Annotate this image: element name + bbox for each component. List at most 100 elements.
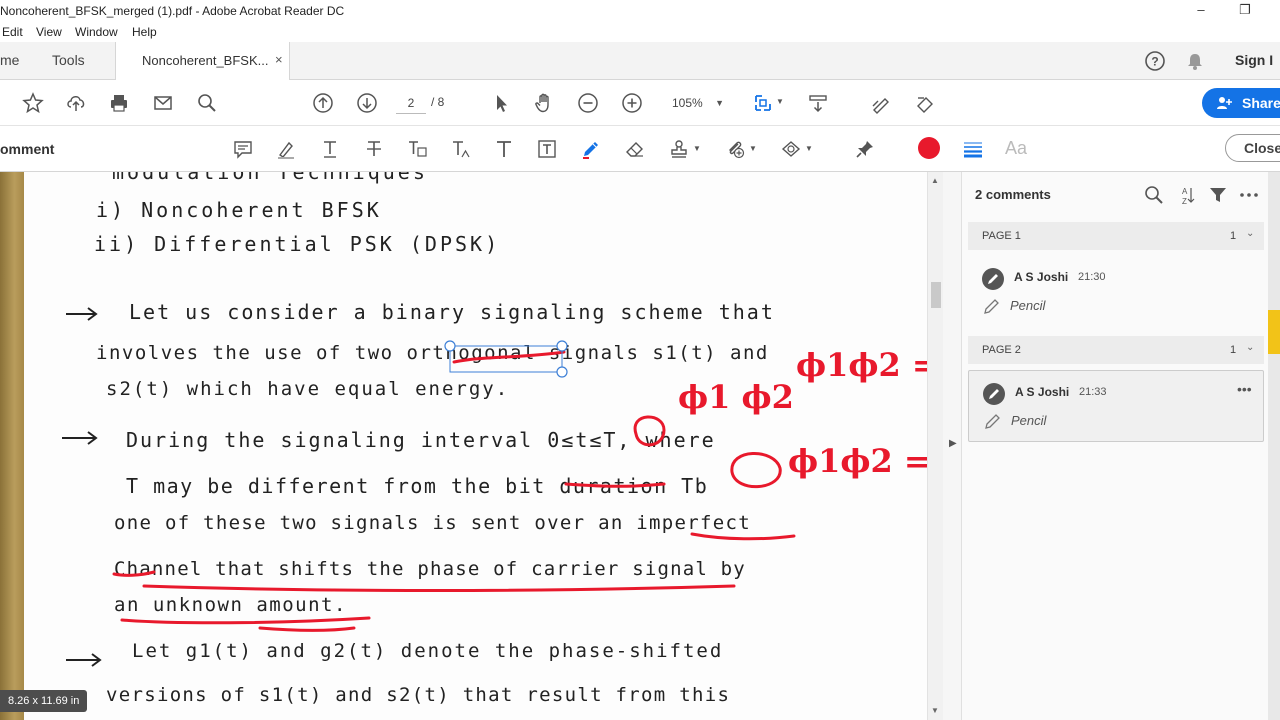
zoom-search-icon[interactable] bbox=[194, 90, 220, 116]
add-text-icon[interactable] bbox=[491, 136, 517, 162]
search-icon[interactable] bbox=[1143, 184, 1165, 206]
tab-home[interactable]: me bbox=[0, 52, 19, 68]
filter-icon[interactable] bbox=[1207, 184, 1229, 206]
shapes-chevron-icon[interactable]: ▼ bbox=[805, 144, 813, 153]
comments-panel: 2 comments AZ PAGE 1 1 ⌄ A S Joshi 21:30… bbox=[962, 172, 1268, 720]
more-options-icon[interactable]: ••• bbox=[1237, 381, 1252, 397]
share-label: Share bbox=[1242, 95, 1280, 111]
text-underline-icon[interactable] bbox=[317, 136, 343, 162]
pin-icon[interactable] bbox=[852, 136, 878, 162]
tab-bar: me Tools Noncoherent_BFSK... × ? Sign I bbox=[0, 42, 1280, 80]
attach-chevron-icon[interactable]: ▼ bbox=[749, 144, 757, 153]
chevron-down-icon[interactable]: ⌄ bbox=[1246, 342, 1254, 353]
pdf-page[interactable]: modulation Techniques i) Noncoherent BFS… bbox=[24, 172, 927, 720]
star-icon[interactable] bbox=[20, 90, 46, 116]
annotation-phi-pair: ϕ1 ϕ2 bbox=[678, 378, 794, 416]
line-width-icon[interactable] bbox=[960, 136, 986, 162]
svg-text:A: A bbox=[1182, 187, 1188, 196]
tab-tools[interactable]: Tools bbox=[52, 52, 85, 68]
document-scrollbar[interactable]: ▲ ▼ bbox=[927, 172, 943, 720]
print-icon[interactable] bbox=[106, 90, 132, 116]
fill-sign-icon[interactable] bbox=[868, 90, 894, 116]
replace-text-icon[interactable] bbox=[404, 136, 430, 162]
fit-page-icon[interactable] bbox=[750, 90, 776, 116]
menu-help[interactable]: Help bbox=[132, 25, 157, 39]
page-group-label: PAGE 1 bbox=[982, 230, 1021, 242]
comment-time: 21:33 bbox=[1079, 386, 1107, 398]
strikethrough-icon[interactable] bbox=[361, 136, 387, 162]
menu-edit[interactable]: Edit bbox=[2, 25, 23, 39]
collapse-panel-icon[interactable]: ▶ bbox=[949, 438, 957, 449]
stamp-chevron-icon[interactable]: ▼ bbox=[693, 144, 701, 153]
comments-panel-header: 2 comments AZ bbox=[962, 172, 1268, 218]
pen-avatar-icon bbox=[983, 383, 1005, 405]
sticky-note-icon[interactable] bbox=[230, 136, 256, 162]
menu-view[interactable]: View bbox=[36, 25, 62, 39]
tab-document[interactable]: Noncoherent_BFSK... × bbox=[115, 42, 290, 80]
zoom-out-icon[interactable] bbox=[575, 90, 601, 116]
scroll-thumb[interactable] bbox=[931, 282, 941, 308]
page-group-label: PAGE 2 bbox=[982, 344, 1021, 356]
attach-icon[interactable] bbox=[722, 136, 748, 162]
upload-icon[interactable] bbox=[63, 90, 89, 116]
highlight-icon[interactable] bbox=[273, 136, 299, 162]
text-box-icon[interactable] bbox=[534, 136, 560, 162]
stamp-icon[interactable] bbox=[666, 136, 692, 162]
shapes-icon[interactable] bbox=[778, 136, 804, 162]
page-group-count: 1 bbox=[1230, 230, 1237, 242]
desktop-background-strip bbox=[0, 172, 24, 720]
page-group-count: 1 bbox=[1230, 344, 1237, 356]
scroll-up-icon[interactable]: ▲ bbox=[931, 176, 939, 185]
fit-page-chevron-icon[interactable]: ▼ bbox=[776, 97, 784, 106]
window-title: Noncoherent_BFSK_merged (1).pdf - Adobe … bbox=[0, 4, 345, 18]
comment-type: Pencil bbox=[1010, 298, 1046, 313]
minimize-button[interactable]: – bbox=[1186, 2, 1216, 20]
scroll-down-icon[interactable]: ▼ bbox=[931, 706, 939, 715]
sign-in-link[interactable]: Sign I bbox=[1235, 52, 1273, 68]
page-down-icon[interactable] bbox=[354, 90, 380, 116]
side-tab[interactable] bbox=[1268, 310, 1280, 354]
svg-text:?: ? bbox=[1151, 55, 1158, 69]
page-total: / 8 bbox=[431, 95, 445, 109]
tab-close-button[interactable]: × bbox=[275, 52, 283, 67]
comment-tool-label: omment bbox=[0, 141, 55, 157]
comment-author: A S Joshi bbox=[1015, 385, 1070, 399]
comment-toolbar: omment ▼ ▼ ▼ Aa Close bbox=[0, 126, 1280, 172]
restore-button[interactable]: ❐ bbox=[1230, 2, 1260, 20]
help-icon[interactable]: ? bbox=[1144, 50, 1166, 72]
page-number-input[interactable]: 2 bbox=[396, 92, 426, 114]
hand-icon[interactable] bbox=[531, 90, 557, 116]
scroll-mode-icon[interactable] bbox=[805, 90, 831, 116]
pencil-icon bbox=[982, 296, 1002, 316]
select-arrow-icon[interactable] bbox=[488, 90, 514, 116]
pencil-icon bbox=[983, 411, 1003, 431]
page-group-header[interactable]: PAGE 2 1 ⌄ bbox=[968, 336, 1264, 364]
pen-avatar-icon bbox=[982, 268, 1004, 290]
pencil-icon[interactable] bbox=[578, 136, 604, 162]
panel-splitter[interactable]: ▶ bbox=[943, 172, 962, 720]
bell-icon[interactable] bbox=[1185, 51, 1205, 71]
chevron-down-icon[interactable]: ⌄ bbox=[1246, 228, 1254, 239]
eraser-icon[interactable] bbox=[622, 136, 648, 162]
close-comment-button[interactable]: Close bbox=[1225, 134, 1280, 162]
sort-icon[interactable]: AZ bbox=[1175, 184, 1197, 206]
share-button[interactable]: Share bbox=[1202, 88, 1280, 118]
more-options-icon[interactable] bbox=[1238, 184, 1260, 206]
zoom-value: 105% bbox=[672, 96, 703, 110]
zoom-in-icon[interactable] bbox=[619, 90, 645, 116]
comment-type: Pencil bbox=[1011, 413, 1047, 428]
insert-text-icon[interactable] bbox=[448, 136, 474, 162]
page-up-icon[interactable] bbox=[310, 90, 336, 116]
menu-bar: Edit View Window Help bbox=[0, 22, 1280, 42]
annotation-phi-eq-1: ϕ1ϕ2 = 1 bbox=[796, 346, 927, 384]
redact-icon[interactable] bbox=[912, 90, 938, 116]
comment-card[interactable]: A S Joshi 21:30 Pencil bbox=[968, 256, 1264, 328]
mail-icon[interactable] bbox=[150, 90, 176, 116]
comment-card-selected[interactable]: A S Joshi 21:33 ••• Pencil bbox=[968, 370, 1264, 442]
page-group-header[interactable]: PAGE 1 1 ⌄ bbox=[968, 222, 1264, 250]
annotation-phi-eq-0: ϕ1ϕ2 = 0 bbox=[788, 442, 927, 480]
menu-window[interactable]: Window bbox=[75, 25, 118, 39]
comment-time: 21:30 bbox=[1078, 271, 1106, 283]
color-swatch[interactable] bbox=[918, 137, 940, 159]
zoom-select[interactable]: 105% ▼ bbox=[664, 92, 728, 114]
